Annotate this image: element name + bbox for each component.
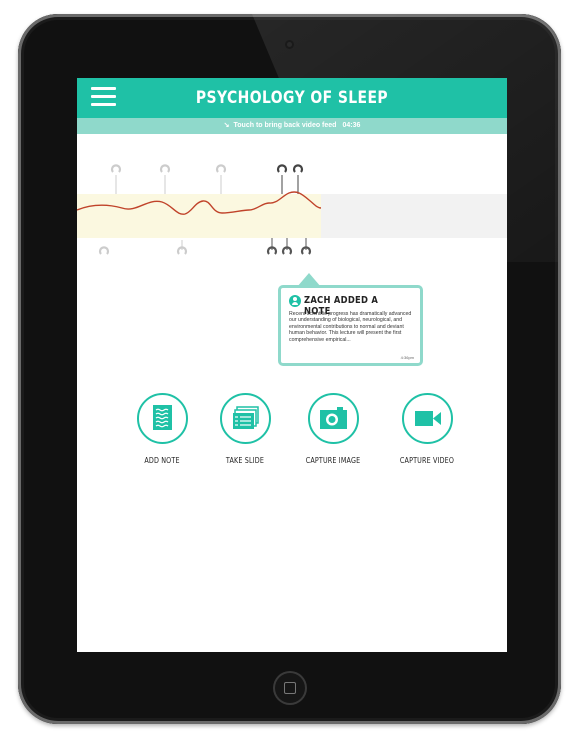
video-feed-message: Touch to bring back video feed — [233, 122, 337, 129]
activity-waveform — [77, 191, 322, 215]
marker-icon — [110, 164, 122, 173]
capture-video-button[interactable]: CAPTURE VIDEO — [387, 393, 467, 465]
take-slide-label: TAKE SLIDE — [225, 456, 265, 465]
note-card[interactable]: ZACH ADDED A NOTE Recent scientific prog… — [278, 285, 423, 366]
take-slide-button[interactable]: TAKE SLIDE — [205, 393, 285, 465]
user-avatar-icon — [289, 295, 301, 307]
app-screen: PSYCHOLOGY OF SLEEP ↘ Touch to bring back… — [77, 78, 507, 652]
hamburger-menu-icon[interactable] — [91, 87, 116, 107]
note-timestamp: 4:36pm — [400, 355, 414, 360]
marker-icon — [276, 164, 288, 173]
marker-icon — [292, 164, 304, 173]
page-title: PSYCHOLOGY OF SLEEP — [195, 88, 389, 108]
bottom-markers — [98, 238, 312, 255]
capture-image-button[interactable]: CAPTURE IMAGE — [293, 393, 373, 465]
app-header: PSYCHOLOGY OF SLEEP — [77, 78, 507, 118]
video-feed-bar[interactable]: ↘ Touch to bring back video feed 04:36 — [77, 118, 507, 134]
video-camera-icon — [401, 393, 453, 444]
marker-icon — [215, 164, 227, 173]
add-note-button[interactable]: ADD NOTE — [122, 393, 202, 465]
capture-image-label: CAPTURE IMAGE — [305, 456, 361, 465]
slides-icon — [219, 393, 271, 444]
camera-icon — [307, 393, 359, 444]
note-body: Recent scientific progress has dramatica… — [289, 311, 412, 343]
timeline[interactable] — [77, 158, 507, 268]
marker-icon — [98, 246, 110, 255]
front-camera — [285, 40, 294, 49]
top-markers — [110, 164, 304, 194]
capture-video-label: CAPTURE VIDEO — [399, 456, 455, 465]
arrow-icon: ↘ — [223, 122, 230, 129]
home-button[interactable] — [273, 671, 307, 705]
add-note-label: ADD NOTE — [144, 456, 180, 465]
marker-icon — [159, 164, 171, 173]
video-feed-time: 04:36 — [342, 122, 361, 129]
note-icon — [136, 393, 188, 444]
note-pointer — [277, 258, 306, 268]
